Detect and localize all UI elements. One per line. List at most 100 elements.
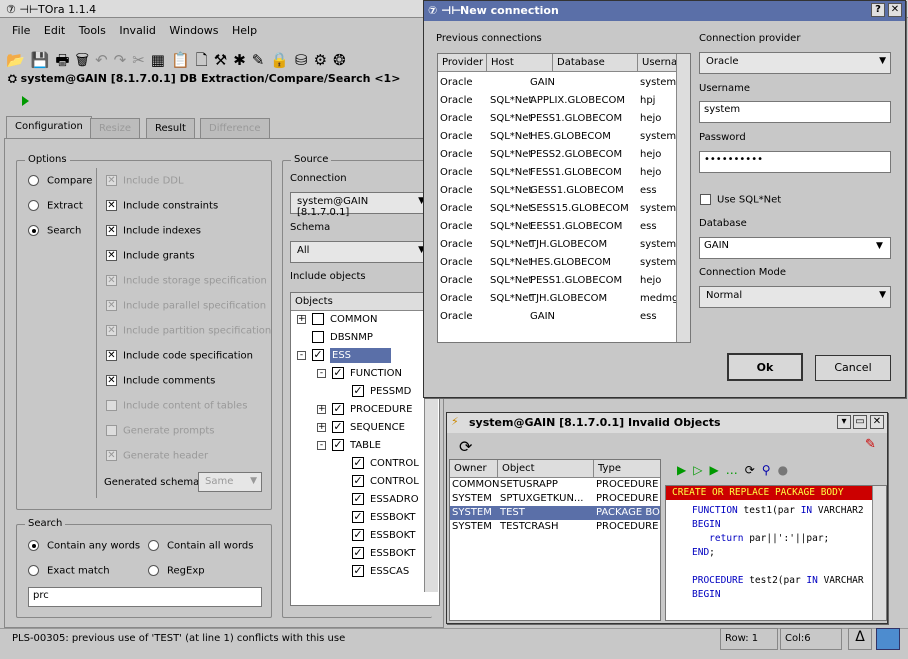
tree-checkbox[interactable]: ✓ — [352, 529, 364, 541]
opt-all-words[interactable]: Contain all words — [148, 540, 253, 552]
col-provider[interactable]: Provider — [438, 54, 487, 72]
include-checkbox[interactable]: ✕ — [106, 300, 117, 311]
database-dropdown-icon[interactable]: ▼ — [876, 241, 883, 251]
cut-icon[interactable]: ✂ — [132, 51, 151, 69]
tree-checkbox[interactable]: ✓ — [312, 349, 324, 361]
stop-icon[interactable]: ● — [778, 463, 795, 477]
invalid-row[interactable]: SYSTEM TESTCRASH PROCEDURE — [450, 520, 660, 534]
sqlnet-checkbox[interactable] — [700, 194, 711, 205]
connection-row[interactable]: Oracle SQL*Net TJH.GLOBECOM system — [438, 236, 690, 254]
expand-icon[interactable]: + — [317, 422, 326, 432]
connection-row[interactable]: Oracle SQL*Net FESS1.GLOBECOM hejo — [438, 164, 690, 182]
tree-checkbox[interactable]: ✓ — [352, 511, 364, 523]
include-option[interactable]: Generate prompts — [106, 425, 214, 437]
expand-icon[interactable]: + — [317, 404, 326, 414]
tree-node[interactable]: + ✓ PROCEDURE — [317, 403, 412, 421]
extract-radio[interactable] — [28, 200, 39, 211]
minimize-icon[interactable]: ▾ — [837, 415, 851, 429]
open-icon[interactable]: 📂 — [6, 51, 31, 69]
include-option[interactable]: ✕ Generate header — [106, 450, 208, 462]
execute-all-icon[interactable]: ▶… — [709, 463, 744, 477]
tree-node[interactable]: + ✓ SEQUENCE — [317, 421, 405, 439]
lock-icon[interactable]: 🔒 — [270, 51, 295, 69]
tree-node[interactable]: ✓ CONTROL — [337, 457, 419, 475]
paste-icon[interactable]: 📋 — [171, 51, 196, 69]
tree-node[interactable]: ✓ ESSBOKT — [337, 511, 415, 529]
tab-resize[interactable]: Resize — [90, 118, 141, 138]
edit-icon[interactable]: ✎ — [252, 51, 271, 69]
schema-select[interactable]: All — [290, 241, 430, 263]
connection-row[interactable]: Oracle SQL*Net HES.GLOBECOM system — [438, 254, 690, 272]
tree-checkbox[interactable]: ✓ — [332, 367, 344, 379]
tree-node[interactable]: + COMMON — [297, 313, 377, 331]
connection-row[interactable]: Oracle SQL*Net HES.GLOBECOM system — [438, 128, 690, 146]
ok-button[interactable]: Ok — [727, 353, 803, 381]
compare-radio[interactable] — [28, 175, 39, 186]
menu-edit[interactable]: Edit — [44, 24, 65, 37]
tree-checkbox[interactable]: ✓ — [332, 439, 344, 451]
tree-checkbox[interactable] — [312, 313, 324, 325]
bug-icon[interactable]: ✱ — [233, 51, 252, 69]
new-doc-icon[interactable]: 🗋 — [196, 51, 214, 69]
include-checkbox[interactable]: ✕ — [106, 175, 117, 186]
sqlnet-option[interactable]: Use SQL*Net — [700, 194, 781, 206]
include-checkbox[interactable]: ✕ — [106, 325, 117, 336]
code-editor[interactable]: CREATE OR REPLACE PACKAGE BODY FUNCTION … — [665, 485, 887, 621]
help-icon[interactable]: ? — [871, 3, 885, 17]
include-option[interactable]: ✕ Include constraints — [106, 200, 218, 212]
expand-icon[interactable]: - — [317, 440, 326, 450]
include-checkbox[interactable]: ✕ — [106, 450, 117, 461]
tree-checkbox[interactable]: ✓ — [352, 565, 364, 577]
tree-checkbox[interactable]: ✓ — [332, 421, 344, 433]
tree-checkbox[interactable]: ✓ — [352, 457, 364, 469]
opt-exact[interactable]: Exact match — [28, 565, 110, 577]
connection-row[interactable]: Oracle SQL*Net EESS1.GLOBECOM ess — [438, 218, 690, 236]
execute-icon[interactable]: ▶ — [677, 463, 693, 477]
username-input[interactable]: system — [699, 101, 891, 123]
opt-regexp[interactable]: RegExp — [148, 565, 205, 577]
tab-configuration[interactable]: Configuration — [6, 116, 92, 138]
all-words-radio[interactable] — [148, 540, 159, 551]
save-icon[interactable]: 💾 — [31, 51, 56, 69]
include-option[interactable]: ✕ Include comments — [106, 375, 215, 387]
undo-icon[interactable]: ↶ — [95, 51, 114, 69]
code-refresh-icon[interactable]: ⟳ — [745, 463, 762, 477]
tree-node[interactable]: - ✓ ESS — [297, 348, 392, 367]
connection-select[interactable]: system@GAIN [8.1.7.0.1] — [290, 192, 430, 218]
include-checkbox[interactable]: ✕ — [106, 275, 117, 286]
tree-checkbox[interactable]: ✓ — [352, 547, 364, 559]
redo-icon[interactable]: ↷ — [114, 51, 133, 69]
any-words-radio[interactable] — [28, 540, 39, 551]
print-icon[interactable]: 🖶 — [55, 51, 75, 69]
tree-node[interactable]: - ✓ TABLE — [317, 439, 381, 457]
plugin-icon[interactable]: ⚙ — [314, 51, 333, 69]
col-database[interactable]: Database — [553, 54, 638, 72]
connection-row[interactable]: Oracle SQL*Net SESS15.GLOBECOM system — [438, 200, 690, 218]
tree-node[interactable]: ✓ ESSBOKT — [337, 547, 415, 565]
mode-compare[interactable]: Compare — [28, 175, 92, 187]
tools-icon[interactable]: ⚒ — [214, 51, 233, 69]
expand-icon[interactable]: + — [297, 314, 306, 324]
include-option[interactable]: ✕ Include DDL — [106, 175, 184, 187]
search-input[interactable]: prc — [28, 587, 262, 607]
col-owner[interactable]: Owner — [450, 460, 498, 478]
run-icon[interactable] — [22, 96, 29, 106]
tree-node[interactable]: ✓ ESSADRO — [337, 493, 419, 511]
delta-icon[interactable]: Δ — [848, 628, 872, 650]
explain-icon[interactable]: ⚲ — [762, 463, 778, 477]
conn-vscroll[interactable] — [676, 54, 690, 342]
opt-any-words[interactable]: Contain any words — [28, 540, 140, 552]
invalid-close-icon[interactable]: ✕ — [870, 415, 884, 429]
mode-search[interactable]: Search — [28, 225, 81, 237]
database-icon[interactable]: ⛁ — [295, 51, 314, 69]
tree-checkbox[interactable]: ✓ — [352, 493, 364, 505]
connection-row[interactable]: Oracle SQL*Net PESS1.GLOBECOM hejo — [438, 272, 690, 290]
expand-icon[interactable]: - — [297, 350, 306, 360]
include-option[interactable]: Include content of tables — [106, 400, 247, 412]
trash-icon[interactable]: 🗑 — [76, 51, 96, 69]
invalid-row[interactable]: COMMON SETUSRAPP PROCEDURE — [450, 478, 660, 492]
refresh-icon[interactable]: ⟳ — [459, 437, 472, 456]
include-checkbox[interactable]: ✕ — [106, 350, 117, 361]
connection-row[interactable]: Oracle SQL*Net GESS1.GLOBECOM ess — [438, 182, 690, 200]
connection-row[interactable]: Oracle SQL*Net PESS2.GLOBECOM hejo — [438, 146, 690, 164]
